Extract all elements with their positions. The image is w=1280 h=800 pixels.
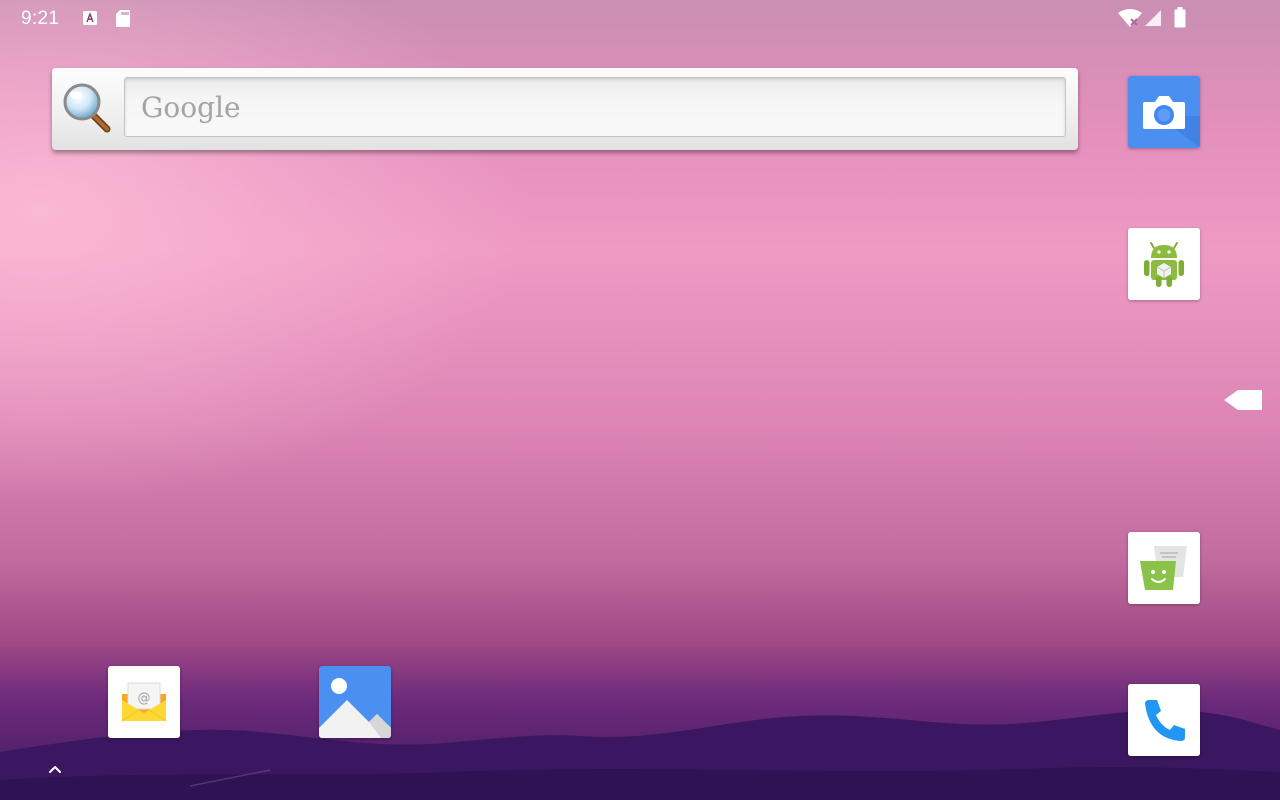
back-arrow-icon[interactable] — [1222, 388, 1264, 412]
status-bar: 9:21 — [0, 0, 1280, 36]
android-app-icon[interactable] — [1128, 228, 1200, 300]
gallery-photo-icon — [319, 666, 391, 738]
phone-icon — [1128, 684, 1200, 756]
android-robot-icon — [1128, 228, 1200, 300]
email-envelope-icon: @ — [108, 666, 180, 738]
cell-signal-icon — [1145, 10, 1161, 26]
home-screen: 9:21 Google @ — [0, 0, 1280, 800]
chevron-up-icon[interactable] — [44, 760, 66, 778]
messaging-app-icon[interactable] — [1128, 532, 1200, 604]
svg-text:@: @ — [138, 691, 151, 706]
camera-icon — [1128, 76, 1200, 148]
status-time: 9:21 — [21, 8, 60, 29]
phone-app-icon[interactable] — [1128, 684, 1200, 756]
wifi-no-internet-icon — [1118, 9, 1142, 27]
google-search-widget[interactable] — [52, 68, 1078, 150]
camera-app-icon[interactable] — [1128, 76, 1200, 148]
email-app-icon[interactable]: @ — [108, 666, 180, 738]
text-a-notification-icon — [83, 11, 97, 25]
search-input[interactable] — [124, 77, 1066, 137]
messaging-smiley-icon — [1128, 532, 1200, 604]
gallery-app-icon[interactable] — [319, 666, 391, 738]
battery-icon — [1174, 7, 1186, 28]
magnifier-icon[interactable] — [62, 82, 114, 134]
sd-card-icon — [116, 10, 130, 27]
